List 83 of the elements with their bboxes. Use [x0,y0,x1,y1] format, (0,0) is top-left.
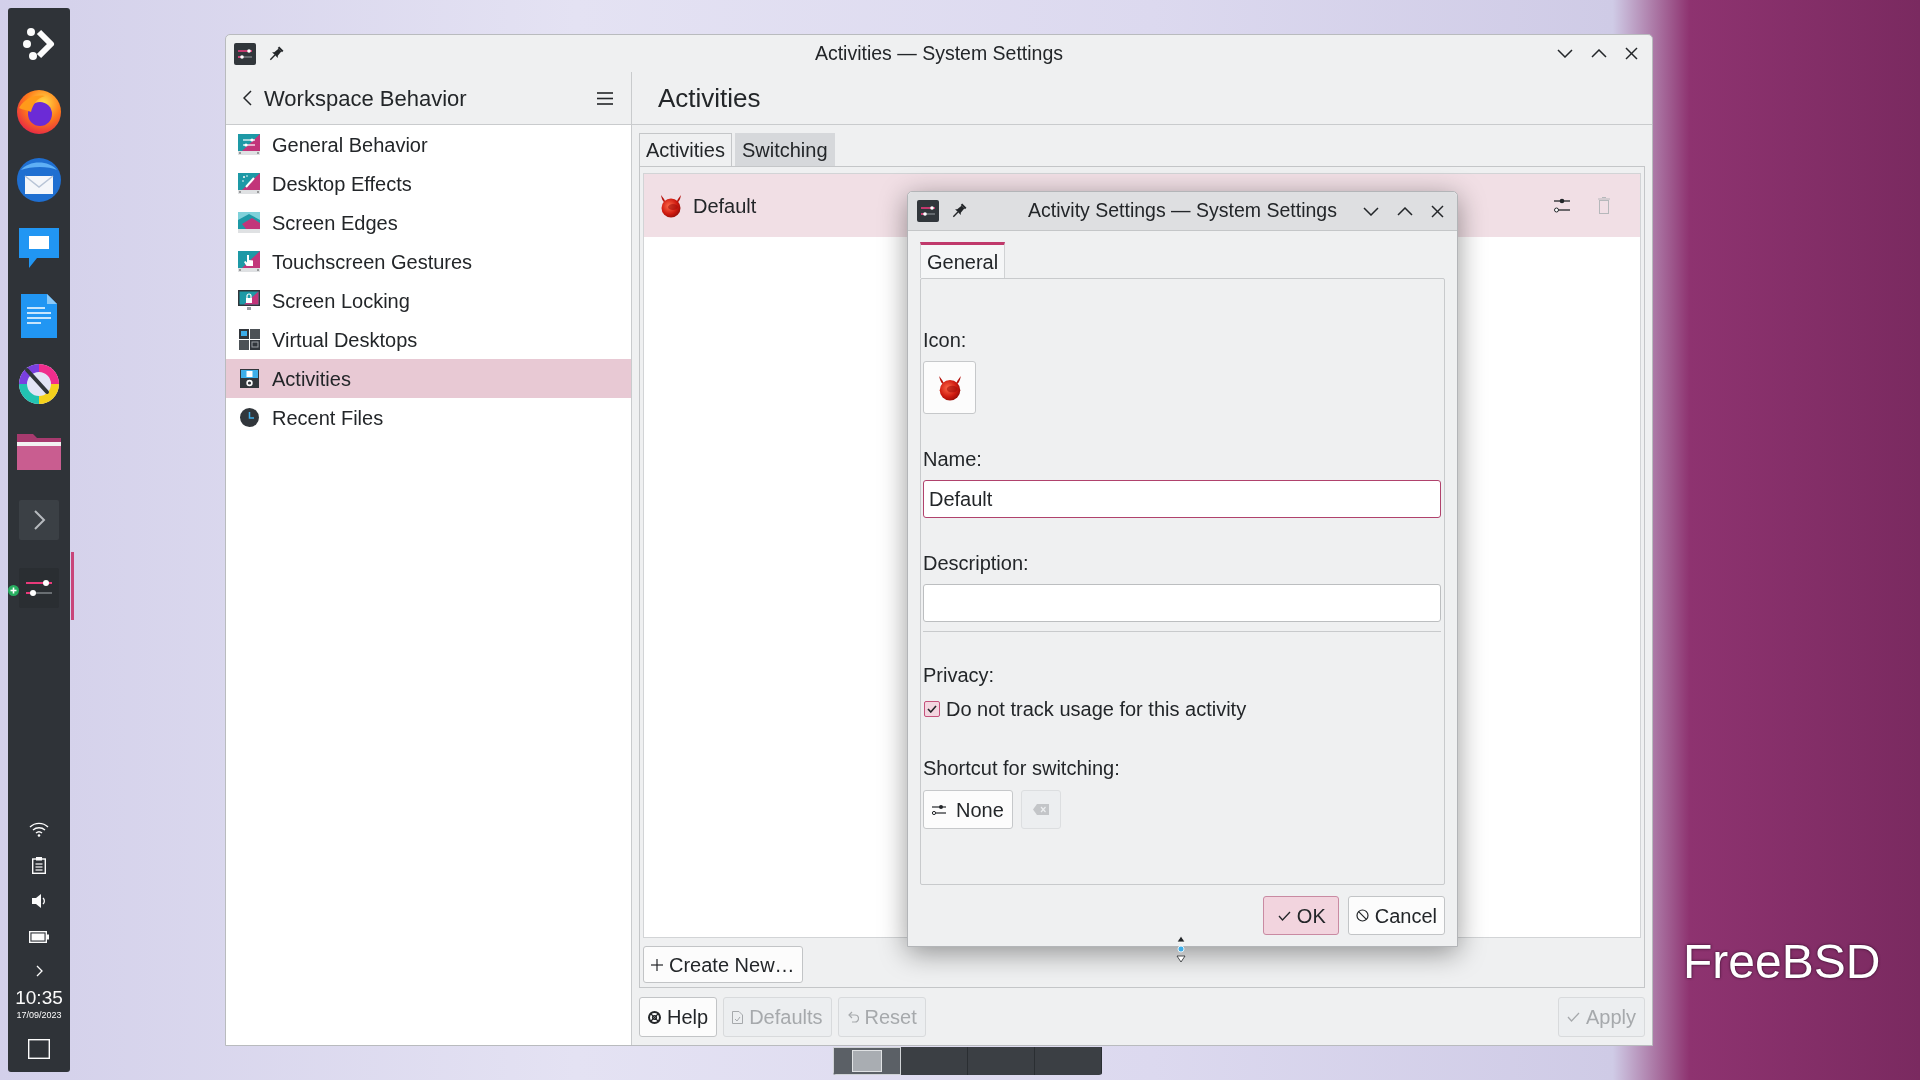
monitor-sliders-icon [238,134,260,155]
sidebar-item[interactable]: Touchscreen Gestures [226,242,631,281]
sidebar-item[interactable]: Virtual Desktops [226,320,631,359]
activity-name: Default [693,193,757,219]
globe-icon[interactable] [15,88,63,136]
shortcut-label: Shortcut for switching: [923,757,1121,779]
sliders-icon[interactable] [1554,198,1570,213]
speech-bubble-icon[interactable] [17,226,61,270]
undo-icon [846,1011,859,1023]
backspace-icon [1032,804,1049,815]
window-title: Activities — System Settings [814,40,1064,66]
document-icon[interactable] [21,294,57,338]
show-desktop-icon[interactable] [28,1039,50,1059]
close-icon[interactable] [1625,47,1638,60]
help-button[interactable]: Help [639,997,718,1037]
description-field[interactable] [923,584,1441,622]
name-field[interactable]: Default [923,480,1441,518]
document-globe-icon [239,369,259,388]
sliders-app-icon [917,200,939,222]
check-icon [1277,910,1291,921]
sidebar-item[interactable]: Recent Files [226,398,631,437]
checkbox-label: Do not track usage for this activity [946,697,1247,722]
tab[interactable]: General [920,242,1006,278]
folder-icon[interactable] [17,434,61,470]
envelope-globe-icon[interactable] [15,156,63,204]
sidebar-item[interactable]: Screen Edges [226,203,631,242]
color-wheel-brush-icon[interactable] [17,362,61,406]
speaker-icon[interactable] [31,893,47,909]
battery-icon[interactable] [29,931,49,943]
pin-icon[interactable] [268,45,284,62]
description-label: Description: [923,552,1030,574]
dialog-title: Activity Settings — System Settings [1028,198,1337,224]
resize-cursor-icon [1176,936,1186,962]
ok-button[interactable]: OK [1262,896,1339,935]
sliders-app-icon[interactable] [19,568,59,608]
menu-icon[interactable] [597,91,613,105]
tab[interactable]: Activities [639,133,732,166]
minimize-icon[interactable] [1557,49,1573,58]
icon-label: Icon: [923,329,968,351]
page-title: Activities [658,81,761,115]
clock-icon [239,408,259,427]
check-icon [927,705,937,713]
icon-picker-button[interactable] [923,361,976,414]
sliders-app-icon [234,42,256,65]
sidebar-item[interactable]: Screen Locking [226,281,631,320]
check-icon [1566,1012,1580,1022]
back-icon[interactable] [243,90,252,106]
sidebar-item[interactable]: Activities [226,359,631,398]
privacy-label: Privacy: [923,664,996,686]
terminal-icon[interactable] [19,500,59,540]
minimize-icon[interactable] [1363,206,1379,216]
lifebuoy-icon [648,1010,661,1024]
cancel-button[interactable]: Cancel [1347,896,1445,935]
name-label: Name: [923,448,983,470]
wifi-icon[interactable] [29,821,49,837]
sliders-icon [932,803,946,816]
monitor-hand-icon [238,251,260,272]
cancel-icon [1355,909,1369,922]
clock-time[interactable]: 10:35 [15,987,63,1009]
clipboard-icon[interactable] [32,856,46,874]
create-new-button[interactable]: Create New… [643,946,803,983]
logo-text: FreeBSD [1683,934,1881,990]
sidebar-item[interactable]: Desktop Effects [226,164,631,203]
close-icon[interactable] [1431,204,1444,218]
maximize-icon[interactable] [1397,206,1413,216]
monitor-edges-icon [238,212,260,233]
clock-date[interactable]: 17/09/2023 [16,1009,62,1021]
window-thumbnail [852,1050,882,1072]
shortcut-button[interactable]: None [923,790,1013,829]
plus-icon [651,958,663,971]
sidebar-item[interactable]: General Behavior [226,125,631,164]
monitor-wand-icon [238,173,260,194]
monitor-lock-icon [238,290,260,311]
pin-icon[interactable] [951,203,967,219]
document-icon [732,1010,744,1024]
checkbox[interactable] [924,701,940,717]
tab[interactable]: Switching [734,133,835,166]
sidebar-title: Workspace Behavior [264,84,467,113]
devil-head-icon [659,193,683,218]
chevron-right-icon[interactable] [35,965,43,977]
maximize-icon[interactable] [1591,49,1607,58]
grid-icon [238,329,260,350]
devil-head-icon [936,374,963,401]
